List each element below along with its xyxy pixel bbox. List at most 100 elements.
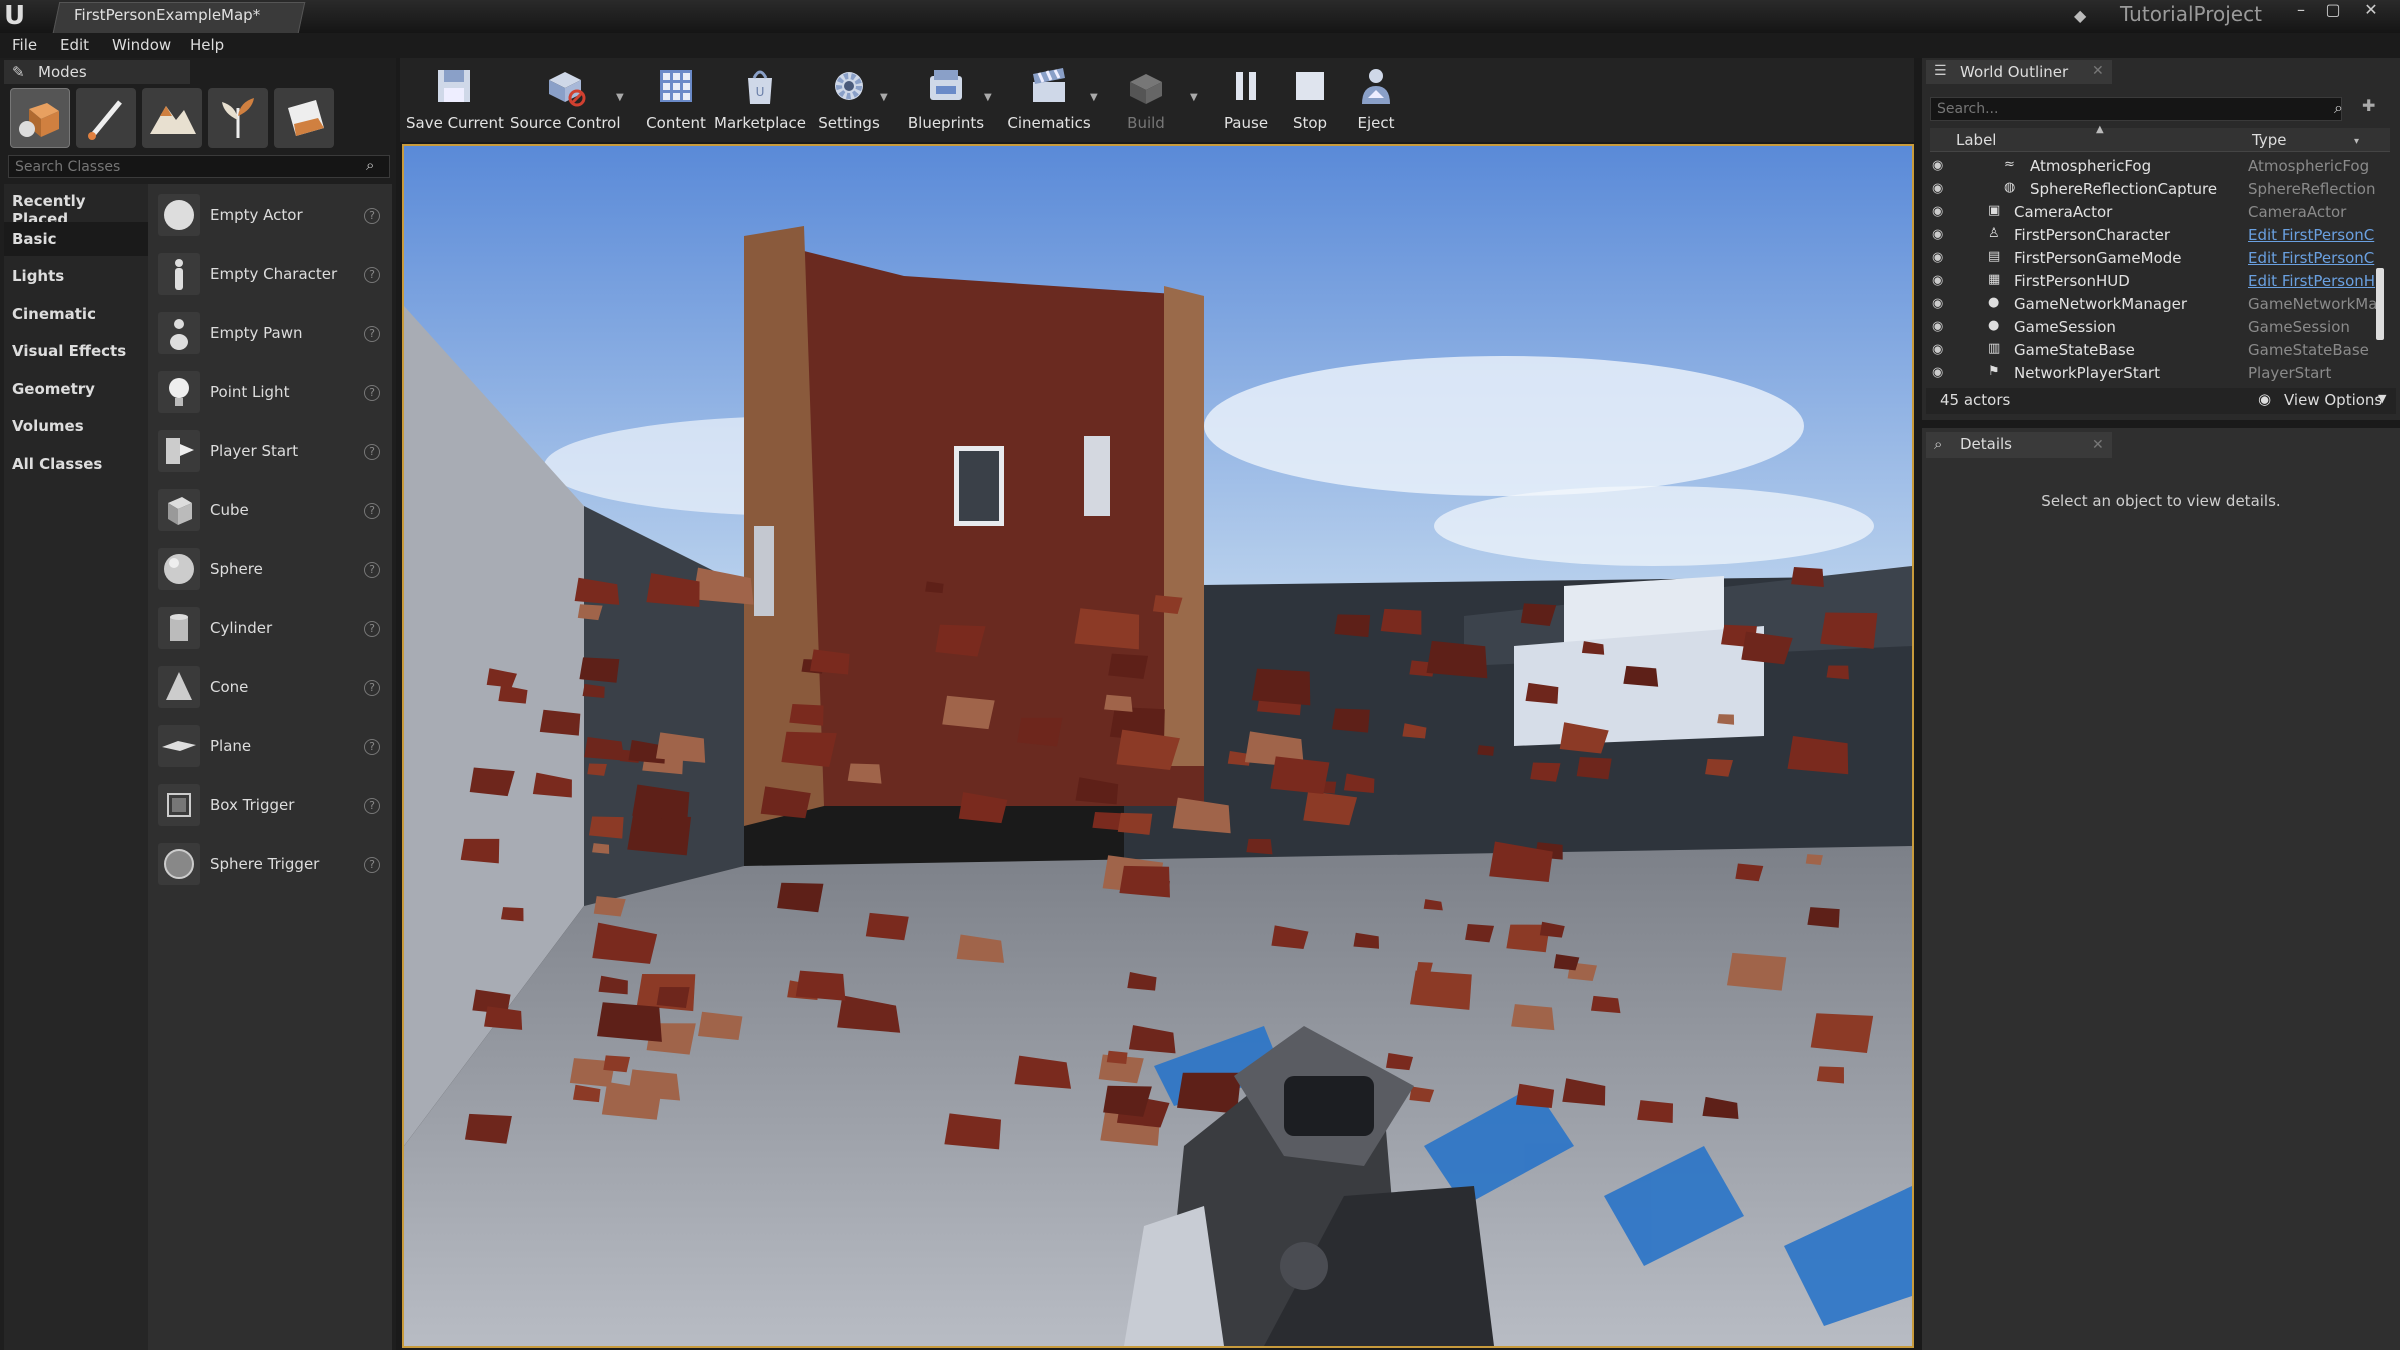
level-viewport[interactable] [402, 144, 1914, 1348]
close-icon[interactable]: ✕ [2092, 437, 2104, 453]
help-icon[interactable]: ? [364, 503, 380, 519]
outliner-search-field[interactable] [1930, 97, 2342, 121]
edit-blueprint-link[interactable]: Edit FirstPersonC [2248, 226, 2376, 244]
close-icon[interactable]: ✕ [2092, 63, 2104, 79]
list-item-sphere-trigger[interactable]: Sphere Trigger ? [148, 835, 392, 893]
landscape-mode-button[interactable] [142, 88, 202, 148]
visibility-eye-icon[interactable]: ◉ [1932, 319, 1948, 334]
list-item-cylinder[interactable]: Cylinder ? [148, 599, 392, 657]
visibility-eye-icon[interactable]: ◉ [1932, 250, 1948, 265]
visibility-eye-icon[interactable]: ◉ [1932, 227, 1948, 242]
category-volumes[interactable]: Volumes [4, 409, 148, 443]
category-geometry[interactable]: Geometry [4, 372, 148, 406]
stop-button[interactable]: Stop [1282, 60, 1338, 140]
category-all-classes[interactable]: All Classes [4, 447, 148, 481]
menu-help[interactable]: Help [190, 36, 224, 54]
minimize-button[interactable]: – [2286, 0, 2316, 20]
edit-blueprint-link[interactable]: Edit FirstPersonC [2248, 249, 2376, 267]
settings-dropdown-icon[interactable]: ▼ [880, 92, 892, 104]
help-icon[interactable]: ? [364, 385, 380, 401]
place-mode-button[interactable] [10, 88, 70, 148]
list-item-player-start[interactable]: Player Start ? [148, 422, 392, 480]
table-row[interactable]: ◉ ◍ SphereReflectionCapture SphereReflec… [1930, 177, 2376, 200]
add-folder-icon[interactable]: ✚ [2362, 96, 2375, 115]
source-control-dropdown-icon[interactable]: ▼ [616, 92, 628, 104]
table-row[interactable]: ◉ ≈ AtmosphericFog AtmosphericFog [1930, 154, 2376, 177]
list-item-point-light[interactable]: Point Light ? [148, 363, 392, 421]
menu-window[interactable]: Window [112, 36, 171, 54]
eject-button[interactable]: Eject [1344, 60, 1408, 140]
help-icon[interactable]: ? [364, 326, 380, 342]
unreal-logo-icon[interactable]: U [4, 2, 34, 30]
list-item-cone[interactable]: Cone ? [148, 658, 392, 716]
visibility-eye-icon[interactable]: ◉ [1932, 158, 1948, 173]
details-tab[interactable] [1926, 432, 2112, 458]
outliner-scrollbar[interactable] [2376, 268, 2384, 340]
modes-tab[interactable] [4, 60, 190, 84]
cinematics-dropdown-icon[interactable]: ▼ [1090, 92, 1102, 104]
table-row[interactable]: ◉ ▥ GameStateBase GameStateBase [1930, 338, 2376, 361]
help-icon[interactable]: ? [364, 208, 380, 224]
build-dropdown-icon[interactable]: ▼ [1190, 92, 1202, 104]
menu-edit[interactable]: Edit [60, 36, 89, 54]
visibility-eye-icon[interactable]: ◉ [1932, 204, 1948, 219]
category-basic[interactable]: Basic [4, 222, 148, 256]
view-options-dropdown-icon[interactable]: ▼ [2378, 392, 2386, 405]
list-item-box-trigger[interactable]: Box Trigger ? [148, 776, 392, 834]
save-current-button[interactable]: Save Current [406, 60, 504, 140]
paint-mode-button[interactable] [76, 88, 136, 148]
visibility-eye-icon[interactable]: ◉ [1932, 296, 1948, 311]
foliage-mode-button[interactable] [208, 88, 268, 148]
table-row[interactable]: ◉ ● GameNetworkManager GameNetworkMar [1930, 292, 2376, 315]
blueprints-button[interactable]: Blueprints [904, 60, 988, 140]
geometry-mode-button[interactable] [274, 88, 334, 148]
help-icon[interactable]: ? [364, 739, 380, 755]
column-type[interactable]: Type [2252, 131, 2286, 149]
close-window-button[interactable]: ✕ [2356, 0, 2386, 20]
help-icon[interactable]: ? [364, 857, 380, 873]
list-item-empty-character[interactable]: Empty Character ? [148, 245, 392, 303]
content-button[interactable]: Content [640, 60, 712, 140]
cinematics-button[interactable]: Cinematics [1004, 60, 1094, 140]
help-icon[interactable]: ? [364, 267, 380, 283]
source-control-button[interactable]: Source Control [510, 60, 621, 140]
menu-file[interactable]: File [12, 36, 37, 54]
table-row[interactable]: ◉ ♙ FirstPersonCharacter Edit FirstPerso… [1930, 223, 2376, 246]
category-recently-placed[interactable]: Recently Placed [4, 184, 148, 228]
search-classes-field[interactable] [8, 155, 390, 178]
category-lights[interactable]: Lights [4, 259, 148, 293]
maximize-button[interactable]: ▢ [2318, 0, 2348, 20]
column-dropdown-icon[interactable]: ▾ [2354, 136, 2359, 147]
list-item-sphere[interactable]: Sphere ? [148, 540, 392, 598]
category-visual-effects[interactable]: Visual Effects [4, 334, 148, 368]
list-item-plane[interactable]: Plane ? [148, 717, 392, 775]
build-button[interactable]: Build [1114, 60, 1178, 140]
settings-button[interactable]: Settings [814, 60, 884, 140]
list-item-empty-pawn[interactable]: Empty Pawn ? [148, 304, 392, 362]
view-options-button[interactable]: View Options [2284, 391, 2382, 409]
table-row[interactable]: ◉ ● GameSession GameSession [1930, 315, 2376, 338]
table-row[interactable]: ◉ ⚑ NetworkPlayerStart PlayerStart [1930, 361, 2376, 384]
list-item-cube[interactable]: Cube ? [148, 481, 392, 539]
outliner-search-input[interactable] [1931, 98, 2341, 120]
help-icon[interactable]: ? [364, 798, 380, 814]
help-icon[interactable]: ? [364, 621, 380, 637]
edit-blueprint-link[interactable]: Edit FirstPersonH [2248, 272, 2376, 290]
search-icon[interactable]: ⌕ [366, 156, 386, 176]
table-row[interactable]: ◉ ▤ FirstPersonGameMode Edit FirstPerson… [1930, 246, 2376, 269]
help-icon[interactable]: ? [364, 562, 380, 578]
table-row[interactable]: ◉ ▣ CameraActor CameraActor [1930, 200, 2376, 223]
column-label[interactable]: Label [1956, 131, 1996, 149]
visibility-eye-icon[interactable]: ◉ [1932, 181, 1948, 196]
visibility-eye-icon[interactable]: ◉ [1932, 365, 1948, 380]
pause-button[interactable]: Pause [1216, 60, 1276, 140]
search-classes-input[interactable] [9, 156, 389, 178]
list-item-empty-actor[interactable]: Empty Actor ? [148, 186, 392, 244]
visibility-eye-icon[interactable]: ◉ [1932, 342, 1948, 357]
help-icon[interactable]: ? [364, 444, 380, 460]
blueprints-dropdown-icon[interactable]: ▼ [984, 92, 996, 104]
table-row[interactable]: ◉ ▦ FirstPersonHUD Edit FirstPersonH [1930, 269, 2376, 292]
search-icon[interactable]: ⌕ [2334, 98, 2343, 118]
category-cinematic[interactable]: Cinematic [4, 297, 148, 331]
help-icon[interactable]: ? [364, 680, 380, 696]
